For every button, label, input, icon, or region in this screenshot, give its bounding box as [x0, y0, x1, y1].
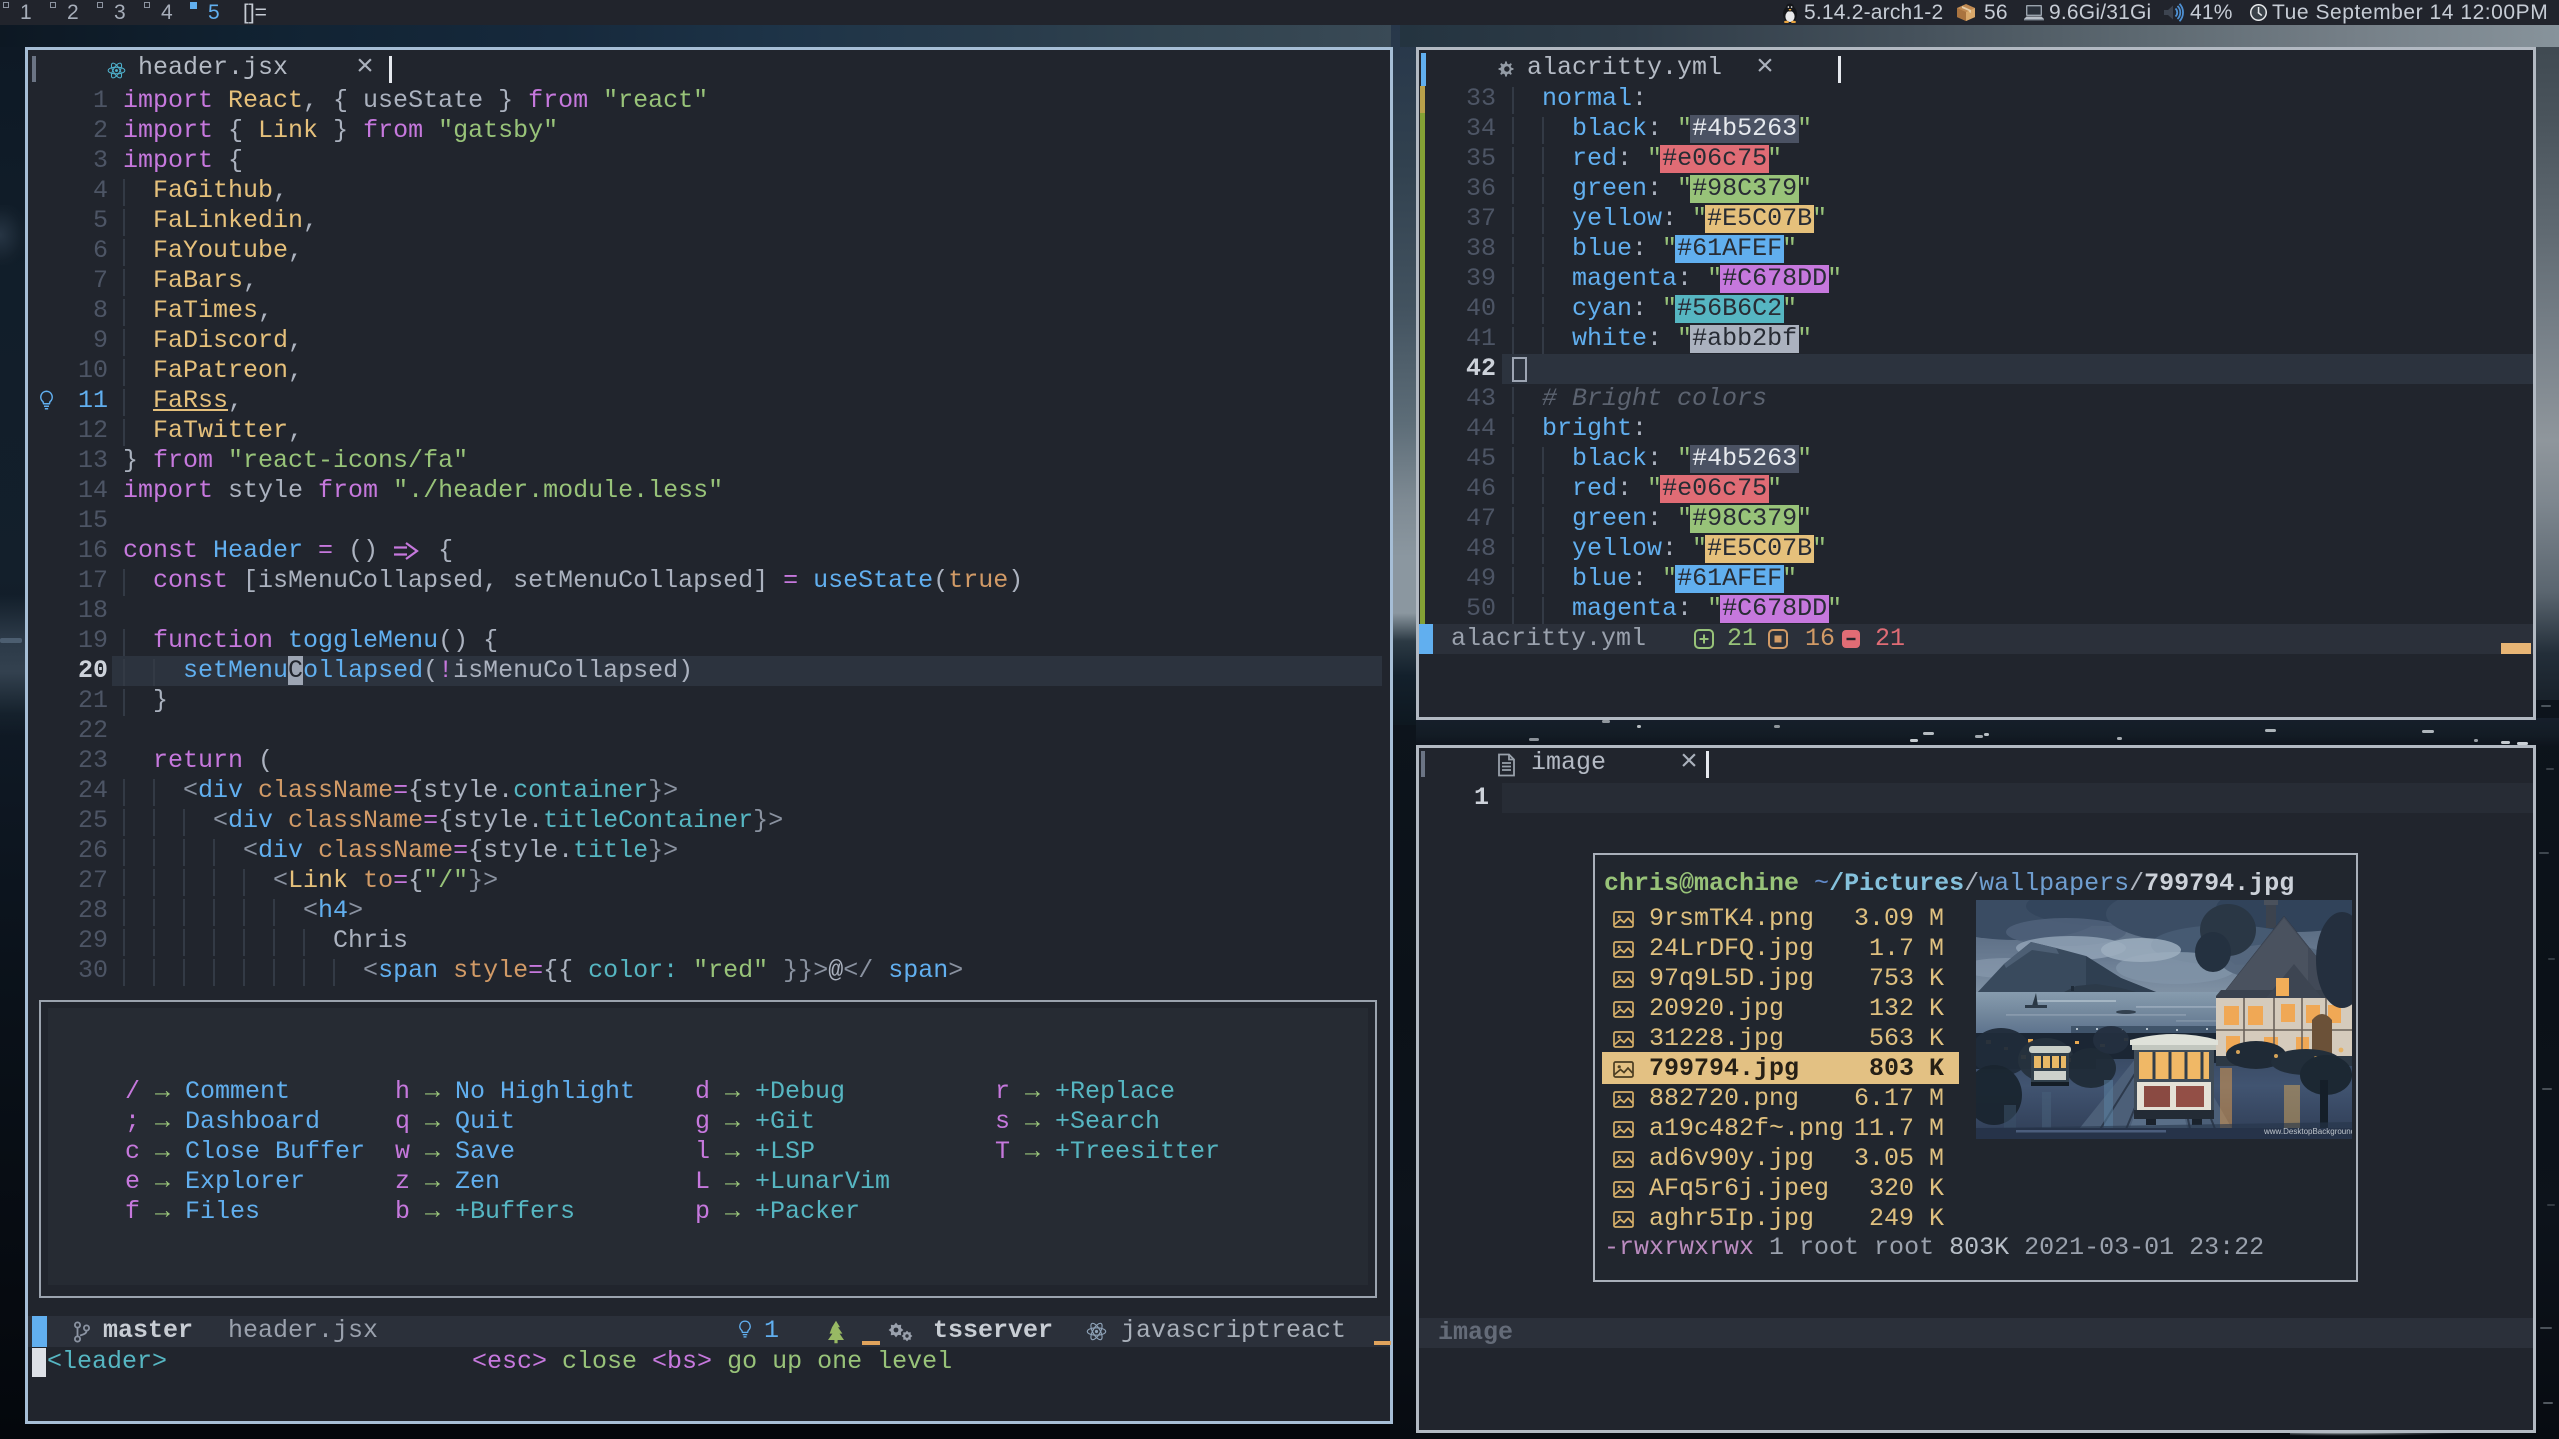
svg-text:www.DesktopBackground.org: www.DesktopBackground.org [2263, 1127, 2352, 1136]
